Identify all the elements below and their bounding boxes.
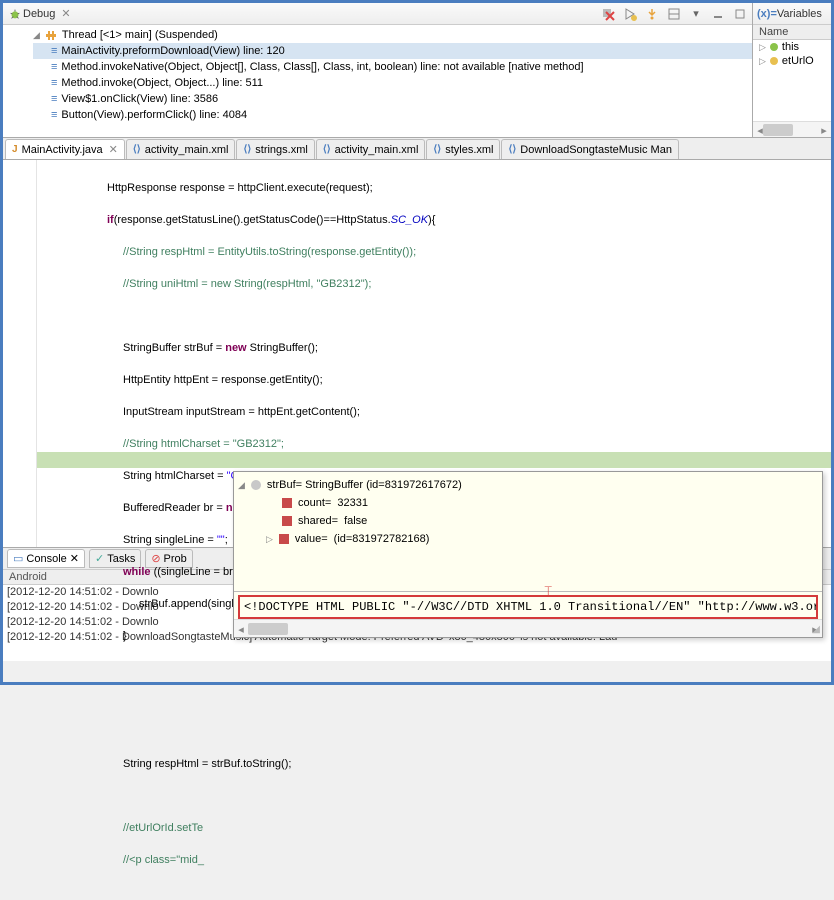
expand-icon[interactable]: ▷ xyxy=(759,56,766,67)
variable-name: etUrlO xyxy=(782,55,814,67)
field-name: value= xyxy=(295,533,328,545)
debug-stack-tree[interactable]: ◢ Thread [<1> main] (Suspended) ≡ MainAc… xyxy=(3,25,752,137)
field-icon xyxy=(279,534,289,544)
stack-frame[interactable]: ≡ Method.invoke(Object, Object...) line:… xyxy=(33,75,752,91)
stack-frame[interactable]: ≡ MainActivity.preformDownload(View) lin… xyxy=(33,43,752,59)
tab-label: activity_main.xml xyxy=(335,144,419,156)
debug-toolbar: ▾ xyxy=(600,6,748,22)
hover-field-row[interactable]: count= 32331 xyxy=(238,494,818,512)
hover-detail-text[interactable]: <!DOCTYPE HTML PUBLIC "-//W3C//DTD XHTML… xyxy=(238,595,818,619)
xml-file-icon: ⟨⟩ xyxy=(323,144,331,155)
console-icon: ▭ xyxy=(13,552,23,565)
maximize-icon[interactable] xyxy=(732,6,748,22)
variables-column-header[interactable]: Name xyxy=(753,25,831,40)
field-name: count= xyxy=(298,497,331,509)
variable-hover-popup: ◢ strBuf= StringBuffer (id=831972617672)… xyxy=(233,471,823,638)
variable-row[interactable]: ▷ this xyxy=(753,40,831,54)
debug-view-header: Debug ✕ ▾ xyxy=(3,3,752,25)
remove-terminated-icon[interactable] xyxy=(600,6,616,22)
hover-var-label: strBuf= StringBuffer (id=831972617672) xyxy=(267,479,462,491)
local-var-icon xyxy=(770,57,778,65)
stack-frame-icon: ≡ xyxy=(51,61,57,73)
debug-icon xyxy=(7,6,23,22)
field-value: false xyxy=(344,515,367,527)
tab-label: DownloadSongtasteMusic Man xyxy=(520,144,672,156)
tab-label: MainActivity.java xyxy=(22,144,103,156)
java-file-icon: J xyxy=(12,144,18,155)
horizontal-scrollbar[interactable]: ◂ ▸ xyxy=(234,619,822,637)
close-icon[interactable]: ✕ xyxy=(61,7,70,20)
variables-header: (x)= Variables xyxy=(753,3,831,25)
hover-field-row[interactable]: ▷ value= (id=831972782168) xyxy=(238,530,818,548)
stack-frame-icon: ≡ xyxy=(51,45,57,57)
tab-label: styles.xml xyxy=(445,144,493,156)
step-into-icon[interactable] xyxy=(644,6,660,22)
manifest-file-icon: ⟨⟩ xyxy=(508,144,516,155)
expand-icon[interactable]: ▷ xyxy=(759,42,766,53)
stack-frame-label: MainActivity.preformDownload(View) line:… xyxy=(61,45,284,57)
debug-panel: Debug ✕ ▾ ◢ Thread [<1> main] (Suspended… xyxy=(3,3,831,138)
xml-file-icon: ⟨⟩ xyxy=(243,144,251,155)
scrollbar-thumb[interactable] xyxy=(763,124,793,136)
stack-frame-icon: ≡ xyxy=(51,109,57,121)
stack-frame[interactable]: ≡ Method.invokeNative(Object, Object[], … xyxy=(33,59,752,75)
xml-file-icon: ⟨⟩ xyxy=(133,144,141,155)
horizontal-scrollbar[interactable]: ◂ ▸ xyxy=(753,121,831,137)
stack-frame-label: Button(View).performClick() line: 4084 xyxy=(61,109,247,121)
field-name: shared= xyxy=(298,515,338,527)
editor-tab-bar: J MainActivity.java ✕ ⟨⟩ activity_main.x… xyxy=(3,138,831,160)
stack-frame-label: Method.invoke(Object, Object...) line: 5… xyxy=(61,77,263,89)
variables-icon: (x)= xyxy=(757,8,777,20)
fold-bar[interactable] xyxy=(37,160,47,547)
stack-frame-label: View$1.onClick(View) line: 3586 xyxy=(61,93,218,105)
variables-view: (x)= Variables Name ▷ this ▷ etUrlO ◂ ▸ xyxy=(753,3,831,137)
field-icon xyxy=(282,516,292,526)
thread-label: Thread [<1> main] (Suspended) xyxy=(62,29,218,41)
object-icon xyxy=(251,480,261,490)
stack-frame-icon: ≡ xyxy=(51,93,57,105)
debug-view: Debug ✕ ▾ ◢ Thread [<1> main] (Suspended… xyxy=(3,3,753,137)
thread-icon xyxy=(44,28,58,42)
scroll-right-icon[interactable]: ▸ xyxy=(817,122,831,138)
variables-tree[interactable]: ▷ this ▷ etUrlO xyxy=(753,40,831,121)
editor-tab[interactable]: ⟨⟩ activity_main.xml xyxy=(316,139,426,159)
hover-field-row[interactable]: shared= false xyxy=(238,512,818,530)
scroll-left-icon[interactable]: ◂ xyxy=(234,620,248,638)
stack-frame-label: Method.invokeNative(Object, Object[], Cl… xyxy=(61,61,583,73)
close-icon[interactable]: ✕ xyxy=(109,143,118,156)
editor-tab[interactable]: J MainActivity.java ✕ xyxy=(5,139,125,159)
stack-frame-icon: ≡ xyxy=(51,77,57,89)
editor-tab[interactable]: ⟨⟩ activity_main.xml xyxy=(126,139,236,159)
step-with-filters-icon[interactable] xyxy=(622,6,638,22)
field-value: 32331 xyxy=(337,497,368,509)
editor-tab[interactable]: ⟨⟩ strings.xml xyxy=(236,139,314,159)
xml-file-icon: ⟨⟩ xyxy=(433,144,441,155)
expand-icon[interactable]: ◢ xyxy=(238,480,245,491)
resize-handle-icon[interactable]: ◢ xyxy=(812,624,820,635)
layout-icon[interactable] xyxy=(666,6,682,22)
stack-frame[interactable]: ≡ View$1.onClick(View) line: 3586 xyxy=(33,91,752,107)
this-icon xyxy=(770,43,778,51)
editor-gutter[interactable] xyxy=(3,160,37,547)
editor-tab[interactable]: ⟨⟩ styles.xml xyxy=(426,139,500,159)
tab-label: strings.xml xyxy=(255,144,308,156)
variables-title: Variables xyxy=(777,8,822,20)
minimize-icon[interactable] xyxy=(710,6,726,22)
editor-tab[interactable]: ⟨⟩ DownloadSongtasteMusic Man xyxy=(501,139,678,159)
thread-node[interactable]: ◢ Thread [<1> main] (Suspended) xyxy=(33,27,752,43)
chevron-down-icon[interactable]: ▾ xyxy=(688,6,704,22)
hover-variable-row[interactable]: ◢ strBuf= StringBuffer (id=831972617672) xyxy=(238,476,818,494)
variable-name: this xyxy=(782,41,799,53)
field-value: (id=831972782168) xyxy=(334,533,430,545)
stack-frame[interactable]: ≡ Button(View).performClick() line: 4084 xyxy=(33,107,752,123)
scrollbar-thumb[interactable] xyxy=(248,623,288,635)
variable-row[interactable]: ▷ etUrlO xyxy=(753,54,831,68)
tab-label: activity_main.xml xyxy=(145,144,229,156)
debug-view-title: Debug xyxy=(23,8,55,20)
expand-icon[interactable]: ▷ xyxy=(266,534,273,545)
field-icon xyxy=(282,498,292,508)
hover-tree[interactable]: ◢ strBuf= StringBuffer (id=831972617672)… xyxy=(234,472,822,591)
expand-icon[interactable]: ◢ xyxy=(33,30,40,41)
